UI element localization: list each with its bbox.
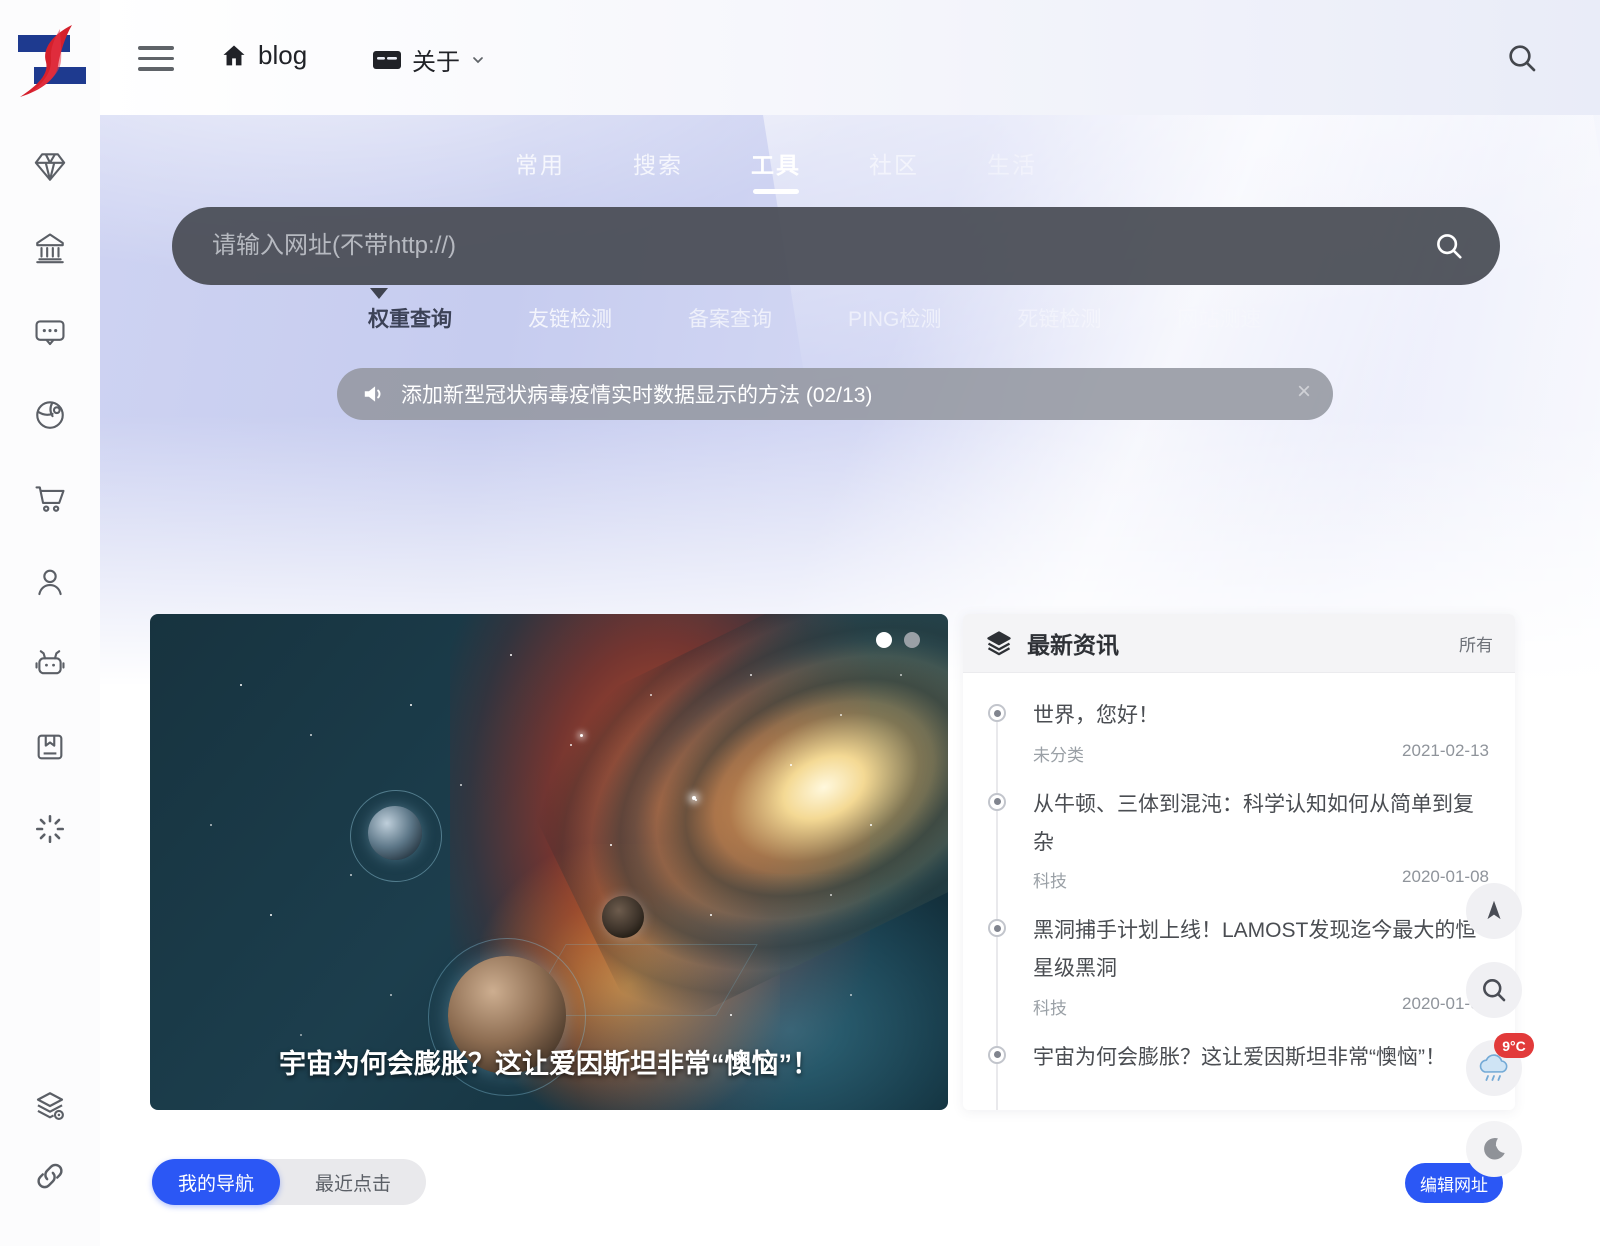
carousel-slide[interactable]: 宇宙为何会膨胀？这让爱因斯坦非常“懊恼”！ (150, 614, 948, 1110)
news-all-link[interactable]: 所有 (1459, 631, 1493, 656)
news-item[interactable]: 从牛顿、三体到混沌：科学认知如何从简单到复杂 科技 2020-01-08 (963, 786, 1515, 913)
recent-clicks-button[interactable]: 最近点击 (280, 1169, 426, 1196)
news-item-date: 2021-02-13 (1402, 741, 1489, 766)
news-item-title: 从牛顿、三体到混沌：科学认知如何从简单到复杂 (1033, 786, 1489, 862)
page: blog 关于 (0, 0, 1600, 1246)
timeline-bullet-icon (988, 704, 1006, 722)
tool-tab-deadlink[interactable]: 死链检测 (1017, 303, 1101, 333)
search-icon (1480, 976, 1508, 1004)
tab-sousuo[interactable]: 搜索 (633, 146, 683, 194)
speaker-icon (361, 381, 387, 407)
news-panel-title: 最新资讯 (1027, 626, 1119, 660)
news-item-meta: 科技 2020-01-02 (1033, 994, 1489, 1019)
sidebar (0, 0, 100, 1246)
carousel-dot-1[interactable] (876, 632, 892, 648)
news-item-category[interactable]: 未分类 (1033, 741, 1084, 766)
sidebar-globe-icon[interactable] (33, 398, 67, 432)
latest-news-panel: 最新资讯 所有 世界，您好！ 未分类 2021-02-13 从牛顿、三体到混沌：… (963, 614, 1515, 1110)
announcement-bar[interactable]: 添加新型冠状病毒疫情实时数据显示的方法 (02/13) × (337, 368, 1333, 420)
about-label: 关于 (412, 42, 460, 77)
news-item-title: 宇宙为何会膨胀？这让爱因斯坦非常“懊恼”！ (1033, 1039, 1489, 1077)
bright-star-2 (580, 734, 583, 737)
carousel-dots (876, 632, 920, 648)
home-link[interactable]: blog (220, 40, 307, 71)
tool-tabs: 权重查询 友链检测 备案查询 PING检测 死链检测 网站测速 (368, 303, 1261, 333)
sidebar-link-icon[interactable] (33, 1159, 67, 1193)
weather-button[interactable]: 9°C (1466, 1040, 1522, 1096)
news-item-category[interactable]: 科技 (1033, 867, 1067, 892)
news-item-meta: 未分类 2021-02-13 (1033, 741, 1489, 766)
tab-gongju[interactable]: 工具 (751, 146, 801, 194)
category-tabs: 常用 搜索 工具 社区 生活 (515, 146, 1037, 194)
floating-search-button[interactable] (1466, 962, 1522, 1018)
news-item[interactable]: 世界，您好！ 未分类 2021-02-13 (963, 697, 1515, 786)
tool-tab-friend-link[interactable]: 友链检测 (528, 303, 612, 333)
news-item[interactable]: 黑洞捕手计划上线！LAMOST发现迄今最大的恒星级黑洞 科技 2020-01-0… (963, 912, 1515, 1039)
top-bar: blog 关于 (100, 0, 1600, 115)
tab-changyong[interactable]: 常用 (515, 146, 565, 194)
sidebar-save-icon[interactable] (33, 730, 67, 764)
stars (150, 614, 152, 616)
home-label: blog (258, 40, 307, 71)
carousel-caption[interactable]: 宇宙为何会膨胀？这让爱因斯坦非常“懊恼”！ (199, 1041, 899, 1088)
home-icon (220, 42, 248, 70)
tool-tab-ping[interactable]: PING检测 (848, 303, 941, 333)
carousel-dot-2[interactable] (904, 632, 920, 648)
chevron-down-icon (470, 52, 486, 68)
search-submit-icon[interactable] (1434, 231, 1464, 261)
sidebar-chat-icon[interactable] (33, 315, 67, 349)
timeline-bullet-icon (988, 919, 1006, 937)
news-item-meta: 科技 2020-01-08 (1033, 867, 1489, 892)
sidebar-gem-icon[interactable] (33, 150, 67, 184)
layers-icon (985, 629, 1013, 657)
announcement-text: 添加新型冠状病毒疫情实时数据显示的方法 (02/13) (401, 379, 872, 409)
tool-tab-speed[interactable]: 网站测速 (1177, 303, 1261, 333)
url-search-bar (172, 207, 1500, 285)
planet-blue (368, 806, 422, 860)
dark-mode-button[interactable] (1466, 1121, 1522, 1177)
news-item-category[interactable]: 科技 (1033, 994, 1067, 1019)
tab-shenghuo[interactable]: 生活 (987, 146, 1037, 194)
active-tool-caret (370, 288, 388, 299)
back-to-top-button[interactable] (1466, 883, 1522, 939)
timeline-bullet-icon (988, 1046, 1006, 1064)
tool-tab-icp-query[interactable]: 备案查询 (688, 303, 772, 333)
url-search-input[interactable] (210, 231, 1434, 261)
sidebar-bank-icon[interactable] (33, 231, 67, 265)
news-item-title: 世界，您好！ (1033, 697, 1489, 735)
sidebar-robot-icon[interactable] (33, 647, 67, 681)
sidebar-layers-icon[interactable] (33, 1089, 67, 1123)
close-icon[interactable]: × (1297, 378, 1311, 406)
moon-icon (1479, 1134, 1509, 1164)
sidebar-spinner-icon[interactable] (33, 812, 67, 846)
nav-toggle: 我的导航 最近点击 (152, 1159, 426, 1205)
sidebar-user-icon[interactable] (33, 565, 67, 599)
news-item[interactable]: 宇宙为何会膨胀？这让爱因斯坦非常“懊恼”！ (963, 1039, 1515, 1097)
message-icon (372, 48, 402, 72)
hamburger-menu-icon[interactable] (138, 46, 174, 78)
tool-tab-weight-query[interactable]: 权重查询 (368, 303, 452, 333)
about-menu[interactable]: 关于 (372, 42, 486, 77)
news-list: 世界，您好！ 未分类 2021-02-13 从牛顿、三体到混沌：科学认知如何从简… (963, 673, 1515, 1097)
header-search-icon[interactable] (1506, 42, 1538, 74)
news-panel-header: 最新资讯 所有 (963, 614, 1515, 673)
bright-star (692, 796, 696, 800)
logo[interactable] (10, 18, 90, 100)
planet-dark (602, 896, 644, 938)
news-item-title: 黑洞捕手计划上线！LAMOST发现迄今最大的恒星级黑洞 (1033, 912, 1489, 988)
my-nav-button[interactable]: 我的导航 (152, 1159, 280, 1205)
tab-shequ[interactable]: 社区 (869, 146, 919, 194)
timeline-bullet-icon (988, 793, 1006, 811)
navigation-arrow-icon (1480, 897, 1508, 925)
temperature-badge: 9°C (1494, 1033, 1534, 1058)
sidebar-cart-icon[interactable] (33, 481, 67, 515)
